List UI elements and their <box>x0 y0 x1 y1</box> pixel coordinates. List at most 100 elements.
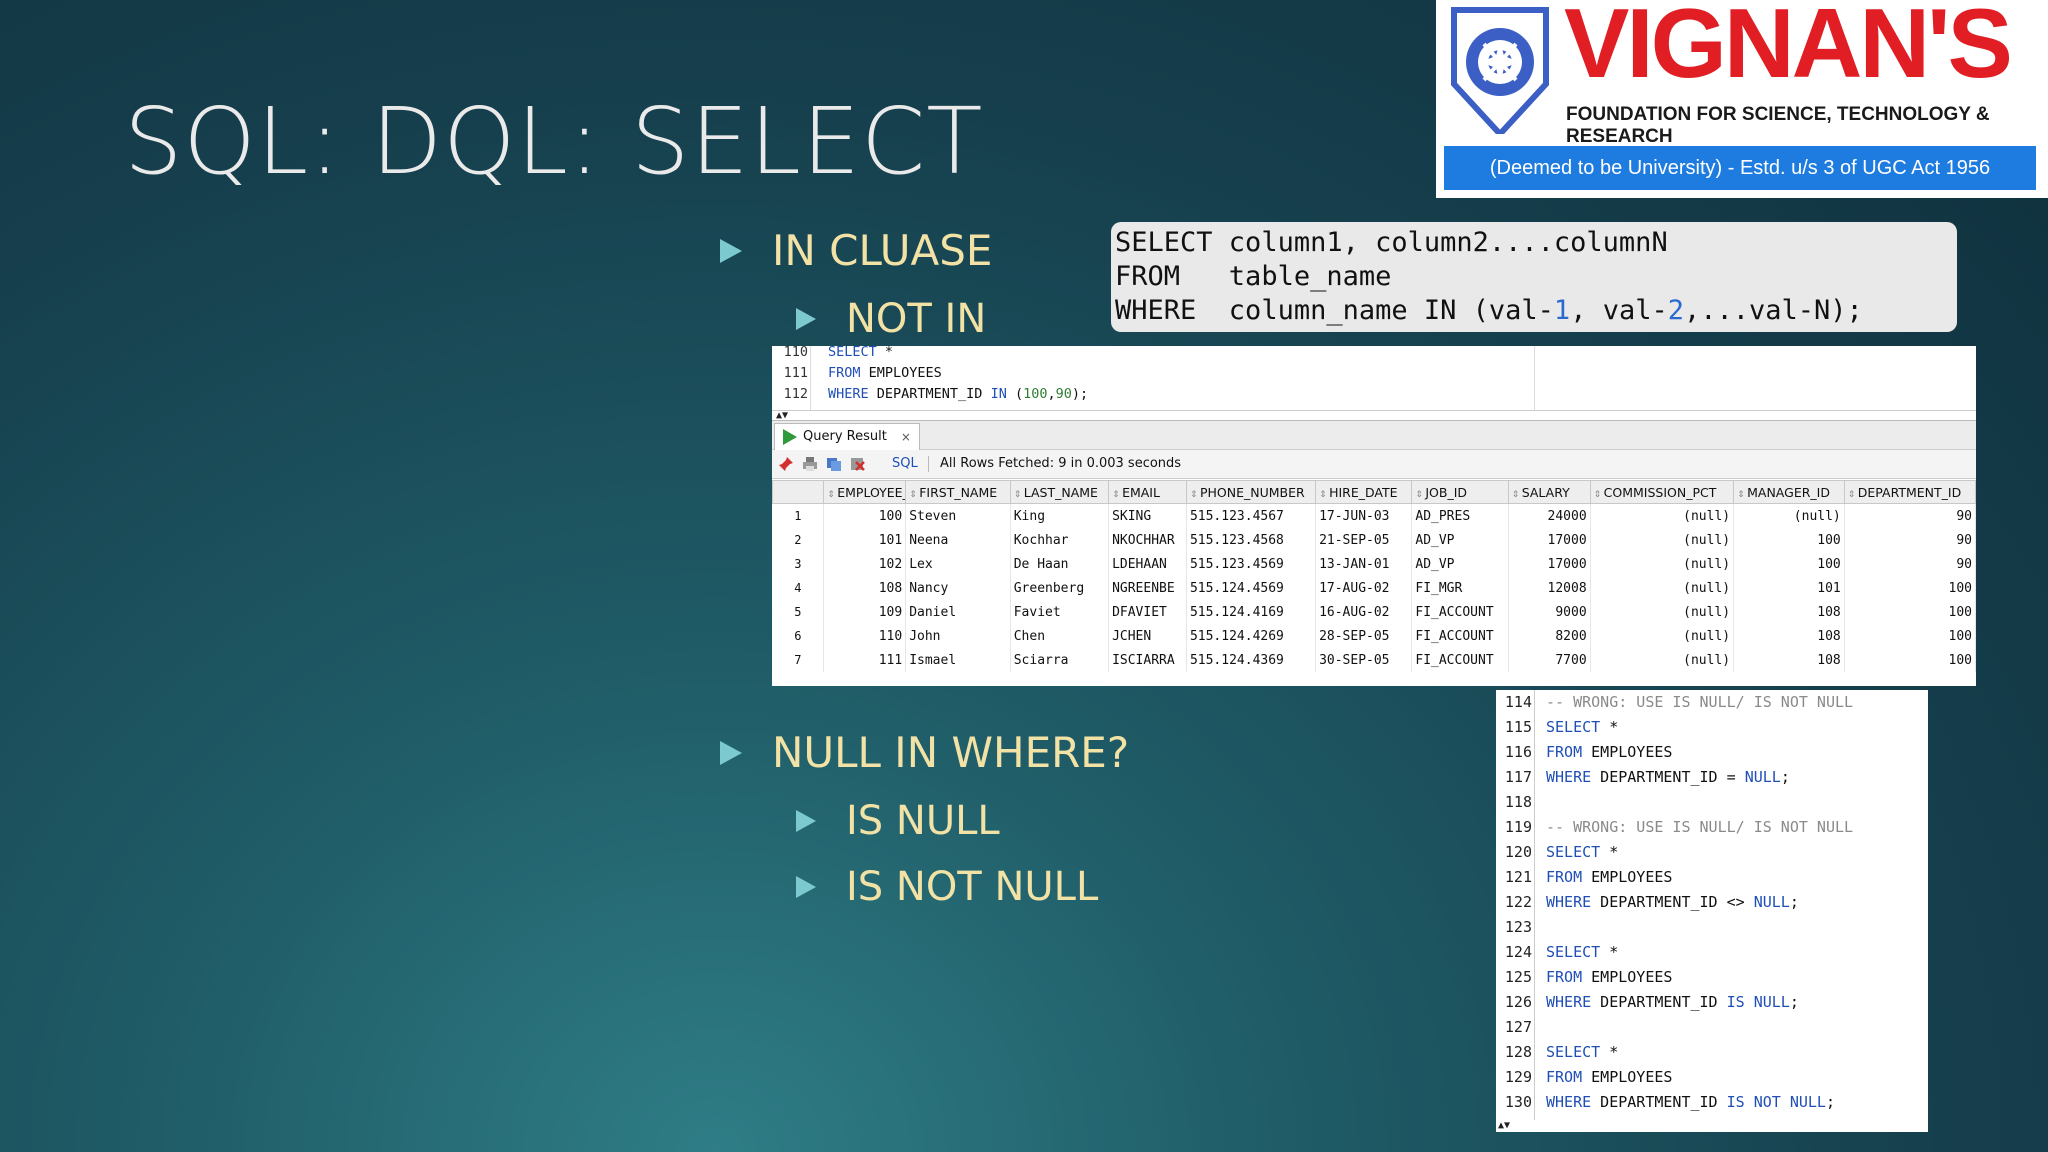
column-header[interactable]: ⇕ SALARY <box>1507 480 1591 504</box>
table-cell[interactable]: 108 <box>1733 600 1845 624</box>
table-cell[interactable]: 90 <box>1844 528 1977 552</box>
table-cell[interactable]: 13-JAN-01 <box>1315 552 1413 576</box>
table-cell[interactable]: AD_VP <box>1411 528 1509 552</box>
table-cell[interactable]: 102 <box>823 552 907 576</box>
column-header[interactable]: ⇕ LAST_NAME <box>1009 480 1110 504</box>
refresh-icon[interactable] <box>826 456 842 472</box>
table-cell[interactable]: Neena <box>905 528 1011 552</box>
table-cell[interactable]: JCHEN <box>1108 624 1187 648</box>
table-cell[interactable]: ISCIARRA <box>1108 648 1187 672</box>
tab-query-result[interactable]: Query Result × <box>774 423 920 450</box>
table-cell[interactable]: FI_MGR <box>1411 576 1509 600</box>
table-cell[interactable]: AD_PRES <box>1411 503 1509 528</box>
table-cell[interactable]: (null) <box>1590 503 1735 528</box>
column-header[interactable]: ⇕EMPLOYEE_ID <box>823 480 907 504</box>
table-cell[interactable]: 100 <box>1844 648 1977 672</box>
table-cell[interactable]: 108 <box>823 576 907 600</box>
table-cell[interactable]: 109 <box>823 600 907 624</box>
column-header[interactable]: ⇕ FIRST_NAME <box>905 480 1011 504</box>
table-cell[interactable]: 108 <box>1733 624 1845 648</box>
table-row[interactable]: 5 109 Daniel Faviet DFAVIET 515.124.4169 16-AU… <box>772 600 1977 624</box>
table-cell[interactable]: 17000 <box>1508 552 1591 576</box>
row-number[interactable]: 4 <box>772 576 825 600</box>
table-cell[interactable]: Chen <box>1010 624 1110 648</box>
close-icon[interactable]: × <box>901 424 911 450</box>
table-cell[interactable]: FI_ACCOUNT <box>1411 600 1509 624</box>
table-cell[interactable]: DFAVIET <box>1108 600 1187 624</box>
table-cell[interactable]: 17000 <box>1508 528 1591 552</box>
table-cell[interactable]: Lex <box>905 552 1011 576</box>
table-cell[interactable]: 100 <box>1733 552 1845 576</box>
table-cell[interactable]: 8200 <box>1508 624 1591 648</box>
row-number[interactable]: 3 <box>772 552 825 576</box>
table-cell[interactable]: Greenberg <box>1010 576 1110 600</box>
table-cell[interactable]: Daniel <box>905 600 1011 624</box>
table-cell[interactable]: 21-SEP-05 <box>1315 528 1413 552</box>
editor-splitter[interactable] <box>1534 346 1535 410</box>
sql-button[interactable]: SQL <box>892 456 918 471</box>
table-cell[interactable]: 100 <box>1844 576 1977 600</box>
table-cell[interactable]: 100 <box>1844 624 1977 648</box>
table-cell[interactable]: 100 <box>823 503 907 528</box>
table-cell[interactable]: Ismael <box>905 648 1011 672</box>
table-cell[interactable]: 108 <box>1733 648 1845 672</box>
column-header[interactable]: ⇕ JOB_ID <box>1411 480 1509 504</box>
table-cell[interactable]: NKOCHHAR <box>1108 528 1187 552</box>
table-cell[interactable]: 101 <box>823 528 907 552</box>
table-cell[interactable]: 28-SEP-05 <box>1315 624 1413 648</box>
table-row[interactable]: 3 102 Lex De Haan LDEHAAN 515.123.4569 13-JAN-… <box>772 552 1977 576</box>
column-header[interactable]: ⇕ COMMISSION_PCT <box>1589 480 1735 504</box>
table-cell[interactable]: 515.124.4269 <box>1186 624 1317 648</box>
table-cell[interactable]: FI_ACCOUNT <box>1411 624 1509 648</box>
table-cell[interactable]: 110 <box>823 624 907 648</box>
table-cell[interactable]: 17-JUN-03 <box>1315 503 1413 528</box>
table-cell[interactable]: John <box>905 624 1011 648</box>
delete-icon[interactable] <box>850 456 866 472</box>
table-cell[interactable]: King <box>1010 503 1110 528</box>
table-cell[interactable]: De Haan <box>1010 552 1110 576</box>
table-row[interactable]: 7 111 Ismael Sciarra ISCIARRA 515.124.4369 30-… <box>772 648 1977 672</box>
table-cell[interactable]: 24000 <box>1508 503 1591 528</box>
table-cell[interactable]: (null) <box>1590 552 1735 576</box>
column-header[interactable]: ⇕ PHONE_NUMBER <box>1185 480 1317 504</box>
table-cell[interactable]: NGREENBE <box>1108 576 1187 600</box>
column-header[interactable]: ⇕ EMAIL <box>1108 480 1187 504</box>
table-cell[interactable]: 515.123.4568 <box>1186 528 1317 552</box>
row-number[interactable]: 7 <box>772 648 825 672</box>
table-cell[interactable]: 100 <box>1844 600 1977 624</box>
table-cell[interactable]: (null) <box>1590 576 1735 600</box>
pin-icon[interactable] <box>778 456 794 472</box>
table-cell[interactable]: (null) <box>1590 624 1735 648</box>
table-cell[interactable]: 90 <box>1844 503 1977 528</box>
row-number[interactable]: 2 <box>772 528 825 552</box>
table-cell[interactable]: (null) <box>1590 648 1735 672</box>
table-row[interactable]: 2 101 Neena Kochhar NKOCHHAR 515.123.4568 21-S… <box>772 528 1977 552</box>
print-icon[interactable] <box>802 456 818 472</box>
table-cell[interactable]: SKING <box>1108 503 1187 528</box>
row-number[interactable]: 6 <box>772 624 825 648</box>
table-cell[interactable]: AD_VP <box>1411 552 1509 576</box>
table-cell[interactable]: Steven <box>905 503 1011 528</box>
table-cell[interactable]: 30-SEP-05 <box>1315 648 1413 672</box>
table-cell[interactable]: 17-AUG-02 <box>1315 576 1413 600</box>
row-number[interactable]: 5 <box>772 600 825 624</box>
table-row[interactable]: 6 110 John Chen JCHEN 515.124.4269 28-SEP-05 FI… <box>772 624 1977 648</box>
table-cell[interactable]: 515.124.4369 <box>1186 648 1317 672</box>
panel-resize-arrows-icon[interactable]: ▲▼ <box>1498 1120 1510 1131</box>
table-cell[interactable]: 515.124.4569 <box>1186 576 1317 600</box>
null-examples-editor[interactable]: 114 -- WRONG: USE IS NULL/ IS NOT NULL 115… <box>1496 690 1928 1132</box>
table-cell[interactable]: Nancy <box>905 576 1011 600</box>
row-number[interactable]: 1 <box>772 503 825 528</box>
column-header[interactable]: ⇕ MANAGER_ID <box>1733 480 1845 504</box>
column-header[interactable]: ⇕ DEPARTMENT_ID <box>1843 480 1977 504</box>
table-cell[interactable]: 9000 <box>1508 600 1591 624</box>
table-cell[interactable]: 12008 <box>1508 576 1591 600</box>
table-cell[interactable]: FI_ACCOUNT <box>1411 648 1509 672</box>
table-cell[interactable]: 515.123.4567 <box>1186 503 1317 528</box>
table-cell[interactable]: Faviet <box>1010 600 1110 624</box>
table-row[interactable]: 1 100 Steven King SKING 515.123.4567 17-JUN-03… <box>772 503 1977 528</box>
table-cell[interactable]: Kochhar <box>1010 528 1110 552</box>
table-row[interactable]: 4 108 Nancy Greenberg NGREENBE 515.124.4569 17… <box>772 576 1977 600</box>
table-cell[interactable]: (null) <box>1590 528 1735 552</box>
table-cell[interactable]: (null) <box>1590 600 1735 624</box>
